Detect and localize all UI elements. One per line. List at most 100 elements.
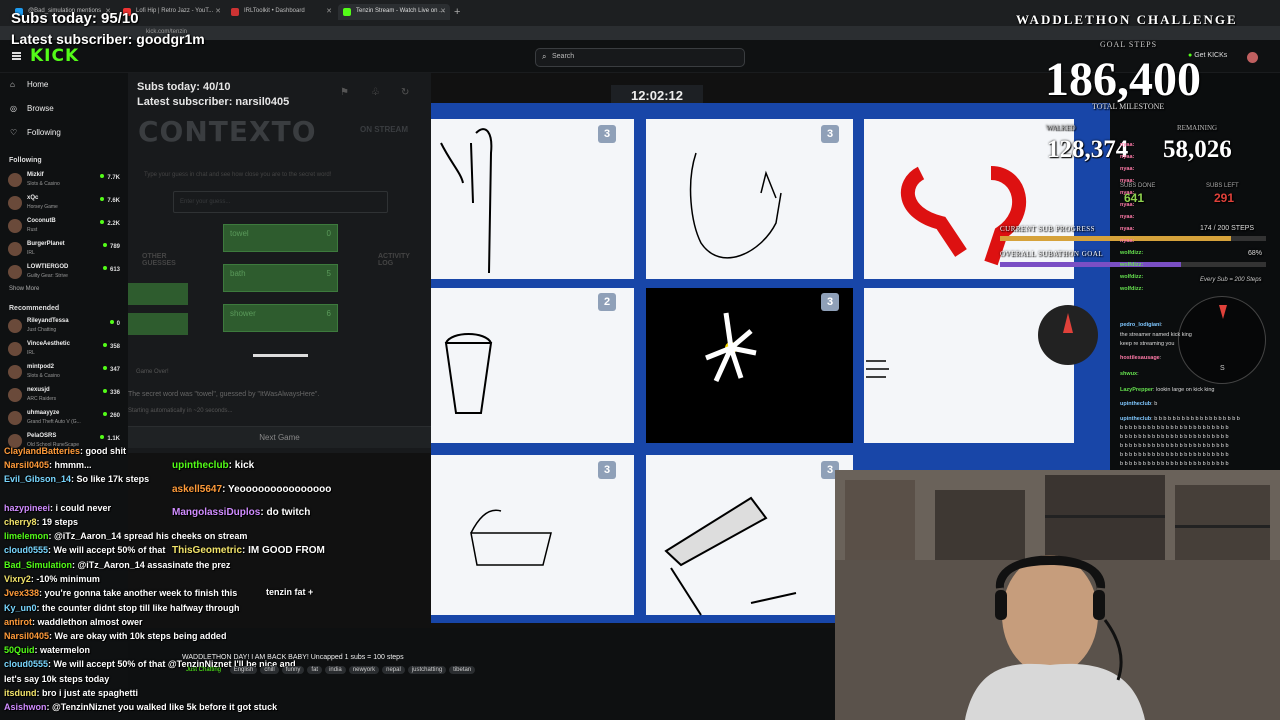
close-icon[interactable]: ✕ xyxy=(215,7,221,15)
stream-tag[interactable]: newyork xyxy=(348,666,380,674)
chat-message: @TenzinNiznet you walked like 5k before … xyxy=(52,702,278,712)
walked-label: WALKED xyxy=(1046,124,1076,132)
chat-username: LazyPrepper xyxy=(1120,387,1154,393)
channel-category: Rust xyxy=(27,227,38,233)
overlay-chat-line: Jvex338: you're gonna take another week … xyxy=(4,588,238,598)
close-icon[interactable]: ✕ xyxy=(326,7,332,15)
nav-home[interactable]: ⌂ Home xyxy=(10,80,48,89)
channel-avatar xyxy=(8,242,22,256)
progress-line xyxy=(253,354,308,357)
user-avatar[interactable] xyxy=(1247,52,1258,63)
chat-username: 50Quid xyxy=(4,645,35,655)
chat-message: you're gonna take another week to finish… xyxy=(44,588,238,598)
stream-tag[interactable]: justchatting xyxy=(407,666,447,674)
overlay-chat-line: Narsil0405: hmmm... xyxy=(4,460,92,470)
browser-tab-active[interactable]: Tenzin Stream - Watch Live on ... ✕ xyxy=(338,4,450,20)
overlay-chat-line: cherry8: 19 steps xyxy=(4,517,79,527)
cell-4 xyxy=(431,288,634,443)
drawing-badge: 3 xyxy=(598,125,616,143)
sidebar-channel[interactable]: mintpod2 Slots & Casino 347 xyxy=(8,363,123,383)
hamburger-menu-icon[interactable] xyxy=(12,52,21,60)
viewer-count: 613 xyxy=(103,266,120,273)
channel-avatar xyxy=(8,196,22,210)
chat-message: keep re streaming you xyxy=(1120,341,1175,347)
close-icon[interactable]: ✕ xyxy=(440,7,446,15)
stream-tag[interactable]: English xyxy=(229,666,258,674)
sidebar-channel[interactable]: LOWTIERGOD Guilty Gear: Strive 613 xyxy=(8,263,123,283)
viewer-count: 2.2K xyxy=(100,220,120,227)
chat-username: hazypineei xyxy=(4,503,51,513)
stream-tag[interactable]: tibetan xyxy=(449,666,476,674)
chat-line: hostilesausage: xyxy=(1120,355,1162,361)
stream-tag[interactable]: india xyxy=(325,666,346,674)
chat-username: cherry8 xyxy=(4,517,37,527)
chat-line: pedro_lodigiani: xyxy=(1120,322,1163,328)
current-progress-label: CURRENT SUB PROGRESS xyxy=(1000,225,1096,233)
chat-username: wolfdizz: xyxy=(1120,262,1144,268)
on-stream-label: ON STREAM xyxy=(360,125,408,134)
sidebar-channel[interactable]: xQc Horsey Game 7.6K xyxy=(8,194,123,214)
chat-username: ThisGeometric xyxy=(172,545,243,556)
sidebar-channel[interactable]: Mizkif Slots & Casino 7.7K xyxy=(8,171,123,191)
overlay-chat-line: Evil_Gibson_14: So like 17k steps xyxy=(4,474,150,484)
kick-logo[interactable]: KICK xyxy=(30,46,79,66)
nav-label: Following xyxy=(27,128,61,137)
sidebar-channel[interactable]: VinceAesthetic IRL 358 xyxy=(8,340,123,360)
chat-message: watermelon xyxy=(40,645,91,655)
viewer-count: 347 xyxy=(103,366,120,373)
cell-7 xyxy=(431,455,634,615)
chat-username: askell5647 xyxy=(172,484,223,495)
activity-log-label: ACTIVITY LOG xyxy=(378,253,410,267)
search-input[interactable]: ⌕ Search xyxy=(535,48,745,67)
cell-6 xyxy=(864,288,1098,443)
sidebar-channel[interactable]: uhmaayyze Grand Theft Auto V (G... 260 xyxy=(8,409,123,429)
nav-label: Browse xyxy=(27,104,54,113)
following-title: Following xyxy=(9,157,42,164)
stream-tag[interactable]: nepal xyxy=(382,666,405,674)
nav-following[interactable]: ♡ Following xyxy=(10,128,61,137)
chat-message: b b b b b b b b b b b b b b b b b b b b … xyxy=(1120,425,1229,431)
tab-label: Lofi Hip | Retro Jazz - YouT... xyxy=(136,8,214,14)
chat-line: upintheclub: b b b b b b b b b b b b b b… xyxy=(1120,416,1240,422)
chat-line: shwux: xyxy=(1120,371,1139,377)
viewer-count: 7.6K xyxy=(100,197,120,204)
chat-message: b b b b b b b b b b b b b b b b b b b b … xyxy=(1120,434,1229,440)
channel-name: uhmaayyze xyxy=(27,410,60,416)
channel-name: Mizkif xyxy=(27,172,44,178)
guess-row: shower 6 xyxy=(223,304,338,332)
channel-category: ARC Raiders xyxy=(27,396,57,402)
compass-icon: ◎ xyxy=(10,104,17,113)
sidebar-channel[interactable]: RileyandTessa Just Chatting 0 xyxy=(8,317,123,337)
overlay-chat-line: hazypineei: i could never xyxy=(4,503,112,513)
channel-avatar xyxy=(8,319,22,333)
channel-name: PelaOSRS xyxy=(27,433,57,439)
channel-name: CoconutB xyxy=(27,218,56,224)
viewer-count: 789 xyxy=(103,243,120,250)
sidebar-channel[interactable]: nexusjd ARC Raiders 336 xyxy=(8,386,123,406)
stream-tags: Just Chatting English chill funny fat india n… xyxy=(182,666,478,674)
chat-line: LazyPrepper: lookin large on kick king xyxy=(1120,387,1215,393)
goal-steps-value: 186,400 xyxy=(1045,53,1201,106)
sidebar-channel[interactable]: BurgerPlanet IRL 789 xyxy=(8,240,123,260)
sidebar-channel[interactable]: CoconutB Rust 2.2K xyxy=(8,217,123,237)
new-tab-icon[interactable]: + xyxy=(454,6,460,18)
category-link[interactable]: Just Chatting xyxy=(182,666,225,674)
channel-avatar xyxy=(8,365,22,379)
show-more-link[interactable]: Show More xyxy=(9,286,39,292)
webcam-scene xyxy=(835,470,1280,720)
guess-rank: 0 xyxy=(326,229,331,238)
stream-tag[interactable]: funny xyxy=(281,666,305,674)
channel-category: IRL xyxy=(27,250,35,256)
chat-line: b b b b b b b b b b b b b b b b b b b b … xyxy=(1120,461,1229,467)
challenge-title: WADDLETHON CHALLENGE xyxy=(1016,12,1238,27)
nav-browse[interactable]: ◎ Browse xyxy=(10,104,54,113)
search-icon: ⌕ xyxy=(542,52,547,61)
inner-subs-today: Subs today: 40/10 xyxy=(137,81,231,93)
chat-message: We will accept 50% of that xyxy=(53,545,166,555)
stream-tag[interactable]: chill xyxy=(260,666,279,674)
cell-8 xyxy=(646,455,853,616)
overlay-chat-line: limelemon: @iTz_Aaron_14 spread his chee… xyxy=(4,531,248,541)
browser-tab[interactable]: IRLToolkit • Dashboard ✕ xyxy=(226,4,336,20)
chat-message: waddlethon almost ower xyxy=(37,617,143,627)
stream-tag[interactable]: fat xyxy=(307,666,323,674)
